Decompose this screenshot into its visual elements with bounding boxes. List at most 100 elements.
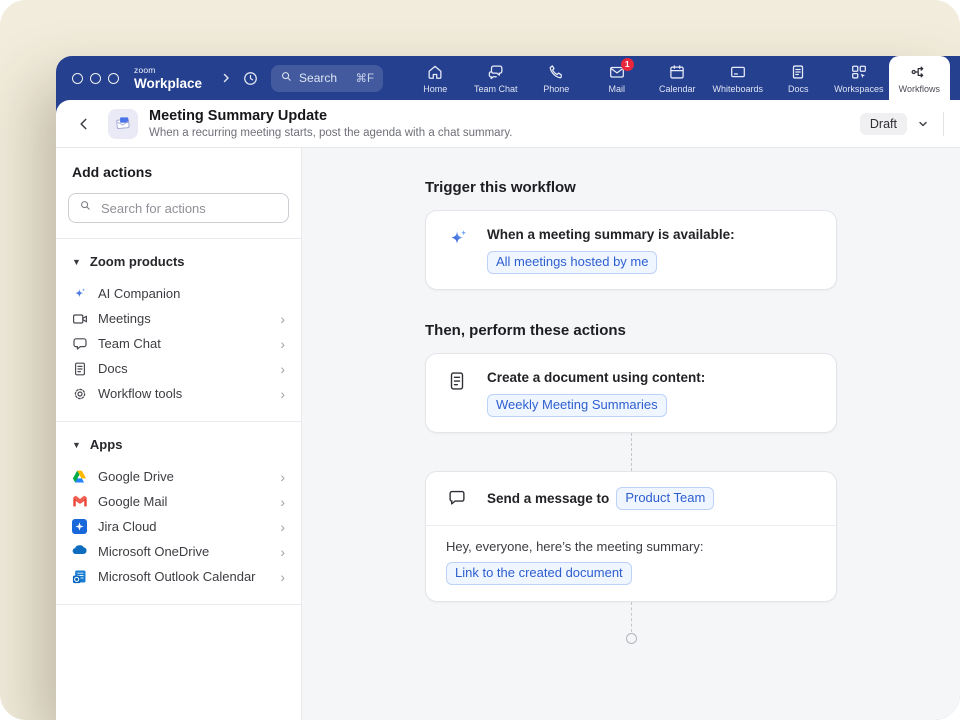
chevron-right-icon[interactable] <box>220 72 232 84</box>
actions-search-input[interactable] <box>99 200 278 217</box>
nav-workspaces[interactable]: Workspaces <box>829 56 890 100</box>
chevron-right-icon: › <box>280 495 285 509</box>
jira-icon <box>72 519 88 535</box>
nav-calendar[interactable]: Calendar <box>647 56 708 100</box>
nav-label: Phone <box>543 84 569 94</box>
gmail-icon <box>72 494 88 510</box>
trigger-scope-chip[interactable]: All meetings hosted by me <box>487 251 657 274</box>
back-button[interactable] <box>76 116 92 132</box>
content-area: Meeting Summary Update When a recurring … <box>56 100 960 720</box>
divider <box>56 604 301 605</box>
trigger-card-content: When a meeting summary is available: All… <box>487 226 735 274</box>
nav-whiteboards[interactable]: Whiteboards <box>708 56 769 100</box>
sidebar-item-docs[interactable]: Docs › <box>68 356 289 381</box>
group-label: Apps <box>90 437 123 452</box>
document-link-chip[interactable]: Link to the created document <box>446 562 632 585</box>
sidebar-title: Add actions <box>72 164 289 180</box>
home-icon <box>426 63 444 81</box>
header-divider <box>943 112 944 136</box>
logo-workplace-text: Workplace <box>134 77 202 91</box>
workflow-title-block: Meeting Summary Update When a recurring … <box>149 108 513 139</box>
create-document-title: Create a document using content: <box>487 369 705 387</box>
search-placeholder: Search <box>299 71 337 85</box>
nav-more[interactable]: More <box>950 56 960 100</box>
sidebar-item-microsoft-outlook-calendar[interactable]: Microsoft Outlook Calendar › <box>68 564 289 589</box>
actions-search[interactable] <box>68 193 289 223</box>
nav-label: Mail <box>609 84 626 94</box>
group-apps[interactable]: ▼ Apps <box>68 437 289 452</box>
window-controls <box>72 73 119 84</box>
group-zoom-products[interactable]: ▼ Zoom products <box>68 254 289 269</box>
nav-workflows[interactable]: Workflows <box>889 56 950 100</box>
chevron-right-icon: › <box>280 362 285 376</box>
caret-down-icon: ▼ <box>72 257 81 267</box>
item-label: Team Chat <box>98 336 161 351</box>
nav-label: Workspaces <box>834 84 883 94</box>
history-icon[interactable] <box>242 70 259 87</box>
outlook-calendar-icon <box>72 569 88 585</box>
add-actions-sidebar: Add actions ▼ Zoom products AI Com <box>56 148 302 720</box>
create-document-card[interactable]: Create a document using content: Weekly … <box>425 353 837 433</box>
team-chat-icon <box>72 336 88 352</box>
zoom-workplace-logo: zoom Workplace <box>134 66 202 90</box>
sidebar-item-jira-cloud[interactable]: Jira Cloud › <box>68 514 289 539</box>
chevron-right-icon: › <box>280 570 285 584</box>
page-subtitle: When a recurring meeting starts, post th… <box>149 127 513 139</box>
nav-label: Calendar <box>659 84 696 94</box>
item-label: Meetings <box>98 311 151 326</box>
search-icon <box>79 199 92 217</box>
trigger-section-title: Trigger this workflow <box>425 179 837 196</box>
item-label: Google Mail <box>98 494 167 509</box>
sidebar-item-workflow-tools[interactable]: Workflow tools › <box>68 381 289 406</box>
docs-icon <box>789 63 807 81</box>
chevron-down-icon[interactable] <box>917 118 929 130</box>
sidebar-item-meetings[interactable]: Meetings › <box>68 306 289 331</box>
divider <box>56 238 301 239</box>
item-label: Google Drive <box>98 469 174 484</box>
mail-icon: 1 <box>608 63 626 81</box>
mail-unread-badge: 1 <box>621 58 634 71</box>
top-navigation: Home Team Chat Phone 1 Mail <box>405 56 960 100</box>
nav-label: Team Chat <box>474 84 518 94</box>
nav-docs[interactable]: Docs <box>768 56 829 100</box>
status-badge[interactable]: Draft <box>860 113 907 135</box>
global-search[interactable]: Search ⌘F <box>271 65 383 92</box>
nav-team-chat[interactable]: Team Chat <box>466 56 527 100</box>
docs-icon <box>72 361 88 377</box>
nav-mail[interactable]: 1 Mail <box>587 56 648 100</box>
nav-phone[interactable]: Phone <box>526 56 587 100</box>
sidebar-item-microsoft-onedrive[interactable]: Microsoft OneDrive › <box>68 539 289 564</box>
sidebar-item-ai-companion[interactable]: AI Companion <box>68 281 289 306</box>
create-document-content: Create a document using content: Weekly … <box>487 369 705 417</box>
nav-label: Whiteboards <box>713 84 764 94</box>
trigger-card[interactable]: When a meeting summary is available: All… <box>425 210 837 290</box>
nav-home[interactable]: Home <box>405 56 466 100</box>
ai-companion-icon <box>72 286 88 302</box>
search-shortcut: ⌘F <box>356 71 375 85</box>
document-icon <box>446 370 470 394</box>
connector-dashed-line <box>631 602 632 632</box>
onedrive-icon <box>72 544 88 560</box>
window-minimize-button[interactable] <box>90 73 101 84</box>
chevron-right-icon: › <box>280 337 285 351</box>
sidebar-item-team-chat[interactable]: Team Chat › <box>68 331 289 356</box>
recipient-chip[interactable]: Product Team <box>616 487 714 510</box>
sidebar-item-google-drive[interactable]: Google Drive › <box>68 464 289 489</box>
send-message-card[interactable]: Send a message toProduct Team Hey, every… <box>425 471 837 602</box>
workflows-icon <box>910 63 928 81</box>
sidebar-item-google-mail[interactable]: Google Mail › <box>68 489 289 514</box>
window-maximize-button[interactable] <box>108 73 119 84</box>
item-label: Jira Cloud <box>98 519 157 534</box>
nav-label: Home <box>423 84 447 94</box>
group-label: Zoom products <box>90 254 185 269</box>
document-content-chip[interactable]: Weekly Meeting Summaries <box>487 394 667 417</box>
flow-end-node[interactable] <box>626 633 637 644</box>
google-drive-icon <box>72 469 88 485</box>
trigger-card-title: When a meeting summary is available: <box>487 226 735 244</box>
desktop-background: zoom Workplace Search ⌘F <box>0 0 960 720</box>
item-label: Microsoft OneDrive <box>98 544 209 559</box>
connector-dashed-line <box>631 433 632 471</box>
window-close-button[interactable] <box>72 73 83 84</box>
whiteboard-icon <box>729 63 747 81</box>
message-body[interactable]: Hey, everyone, here’s the meeting summar… <box>426 526 836 601</box>
